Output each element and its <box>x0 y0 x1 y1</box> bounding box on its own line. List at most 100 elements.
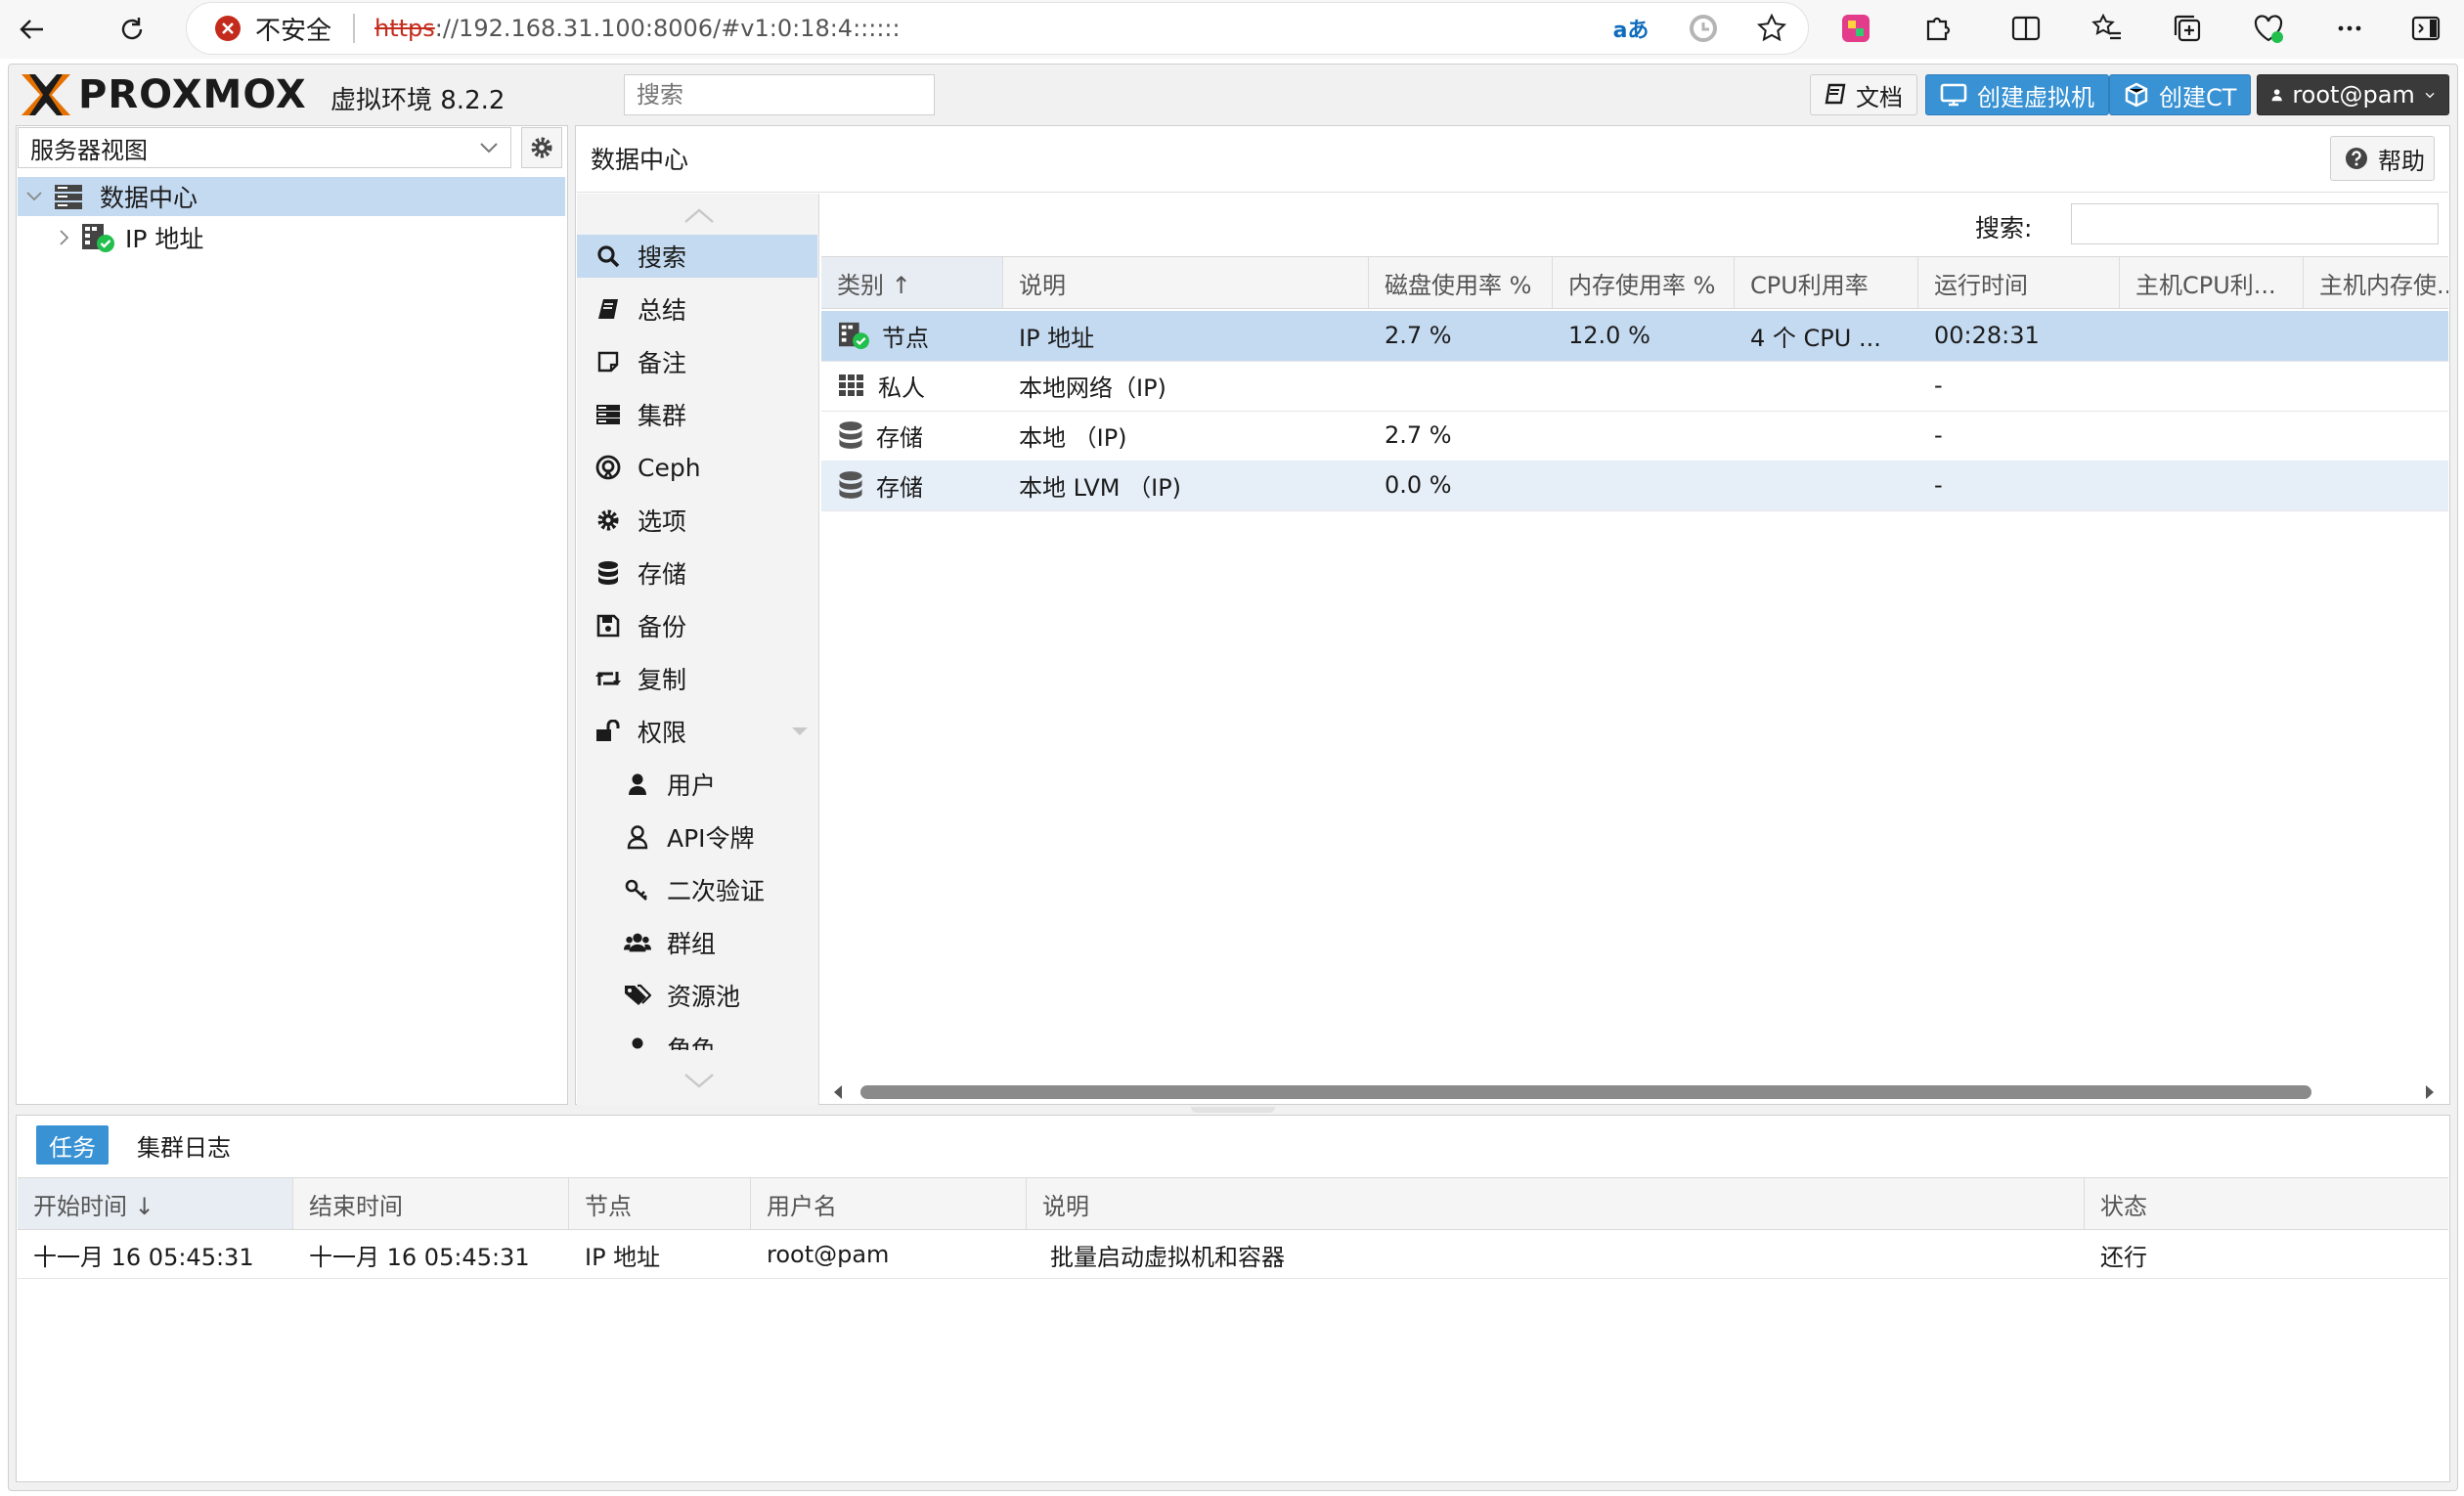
header-search-input[interactable] <box>624 74 935 115</box>
menu-item-notes[interactable]: 备注 <box>577 340 817 383</box>
browser-health-icon[interactable] <box>2244 4 2293 53</box>
cell-disk: 2.7 % <box>1385 421 1452 449</box>
menu-scroll-up[interactable] <box>675 201 724 231</box>
menu-item-pools[interactable]: 资源池 <box>577 974 817 1017</box>
column-header-disk[interactable]: 磁盘使用率 % <box>1369 257 1553 308</box>
column-header-start-time[interactable]: 开始时间 ↓ <box>18 1178 293 1229</box>
column-header-memory[interactable]: 内存使用率 % <box>1553 257 1735 308</box>
menu-item-cluster[interactable]: 集群 <box>577 393 817 436</box>
menu-item-groups[interactable]: 群组 <box>577 921 817 964</box>
help-button[interactable]: 帮助 <box>2330 136 2435 181</box>
menu-item-search[interactable]: 搜索 <box>577 235 817 278</box>
docs-button[interactable]: 文档 <box>1810 74 1917 115</box>
tree-datacenter-label: 数据中心 <box>100 184 198 212</box>
divider <box>577 192 2448 193</box>
proxmox-x-icon <box>22 74 70 115</box>
create-vm-button[interactable]: 创建虚拟机 <box>1925 74 2109 115</box>
column-header-description[interactable]: 说明 <box>1003 257 1369 308</box>
menu-item-ceph[interactable]: Ceph <box>577 446 817 489</box>
menu-item-backup[interactable]: 备份 <box>577 604 817 647</box>
column-header-end-time[interactable]: 结束时间 <box>293 1178 569 1229</box>
menu-item-label: 选项 <box>638 507 687 536</box>
question-circle-icon <box>2346 148 2367 169</box>
task-row[interactable]: 十一月 16 05:45:31 十一月 16 05:45:31 IP 地址 ro… <box>18 1230 2448 1279</box>
edge-refresh-icon[interactable] <box>1679 4 1728 53</box>
split-screen-icon[interactable] <box>2002 4 2050 53</box>
column-header-uptime[interactable]: 运行时间 <box>1918 257 2120 308</box>
more-options-icon[interactable] <box>2325 4 2374 53</box>
back-button[interactable] <box>6 3 59 56</box>
menu-item-replication[interactable]: 复制 <box>577 657 817 700</box>
column-header-node[interactable]: 节点 <box>569 1178 751 1229</box>
security-indicator[interactable]: 不安全 <box>214 11 331 47</box>
cell-disk <box>1369 361 1553 410</box>
scrollbar-thumb[interactable] <box>860 1085 2311 1099</box>
gear-icon <box>594 506 622 534</box>
column-header-status[interactable]: 状态 <box>2085 1178 2448 1229</box>
note-icon <box>594 348 622 375</box>
column-header-host-cpu[interactable]: 主机CPU利... <box>2120 257 2304 308</box>
user-menu-button[interactable]: root@pam <box>2257 74 2449 115</box>
menu-item-summary[interactable]: 总结 <box>577 287 817 330</box>
view-selector-value: 服务器视图 <box>30 136 148 164</box>
extension-colorful-icon[interactable] <box>1831 4 1880 53</box>
column-header-type[interactable]: 类别 ↑ <box>821 257 1003 308</box>
column-header-host-memory[interactable]: 主机内存使... <box>2304 257 2448 308</box>
menu-item-label: 搜索 <box>638 243 687 272</box>
create-ct-button[interactable]: 创建CT <box>2109 74 2252 115</box>
menu-item-storage[interactable]: 存储 <box>577 551 817 594</box>
scroll-right-arrow-icon[interactable] <box>2423 1083 2437 1101</box>
address-bar[interactable]: 不安全 https://192.168.31.100:8006/#v1:0:18… <box>186 2 1809 55</box>
menu-item-permissions[interactable]: 权限 <box>577 710 817 753</box>
cell-description: 本地 LVM （IP) <box>1019 473 1182 502</box>
tab-cluster-log[interactable]: 集群日志 <box>137 1125 231 1165</box>
extensions-puzzle-icon[interactable] <box>1913 4 1961 53</box>
menu-item-two-factor[interactable]: 二次验证 <box>577 868 817 911</box>
column-header-cpu[interactable]: CPU利用率 <box>1735 257 1918 308</box>
user-outline-icon <box>624 823 651 851</box>
table-row[interactable]: 存储 本地 （IP) 2.7 % - <box>821 411 2448 462</box>
column-header-description[interactable]: 说明 <box>1027 1178 2085 1229</box>
key-icon <box>624 876 651 903</box>
view-selector[interactable]: 服务器视图 <box>18 127 511 168</box>
cell-type: 节点 <box>882 324 929 352</box>
table-row[interactable]: 存储 本地 LVM （IP) 0.0 % - <box>821 461 2448 511</box>
server-icon <box>594 401 622 428</box>
menu-item-label: 复制 <box>638 666 687 694</box>
menu-item-label: 存储 <box>638 560 687 589</box>
translate-icon[interactable]: aあ <box>1606 4 1655 53</box>
cube-icon <box>2125 82 2148 108</box>
menu-item-users[interactable]: 用户 <box>577 763 817 806</box>
menu-item-label: 资源池 <box>667 983 741 1011</box>
scroll-left-arrow-icon[interactable] <box>831 1083 845 1101</box>
menu-scroll-down[interactable] <box>675 1066 724 1095</box>
chevron-down-icon <box>480 143 498 154</box>
column-header-username[interactable]: 用户名 <box>751 1178 1027 1229</box>
reload-button[interactable] <box>106 3 158 56</box>
sidebar-toggle-icon[interactable] <box>2401 4 2450 53</box>
tree-item-datacenter[interactable]: 数据中心 <box>18 177 565 216</box>
cell-uptime: - <box>1934 421 1943 449</box>
tab-tasks[interactable]: 任务 <box>36 1125 109 1165</box>
table-row[interactable]: 私人 本地网络（IP) - <box>821 361 2448 412</box>
unlock-icon <box>594 718 622 745</box>
favorite-star-icon[interactable] <box>1747 4 1796 53</box>
grid-search-input[interactable] <box>2071 203 2439 244</box>
menu-item-options[interactable]: 选项 <box>577 499 817 542</box>
panel-splitter-handle[interactable] <box>1191 1107 1275 1113</box>
menu-item-label: 二次验证 <box>667 877 766 905</box>
table-row[interactable]: 节点 IP 地址 2.7 % 12.0 % 4 个 CPU ... 00:28:… <box>821 311 2448 362</box>
menu-item-label: API令牌 <box>667 824 755 853</box>
collapse-arrow-icon[interactable] <box>790 726 810 737</box>
node-online-icon <box>839 322 869 350</box>
tree-settings-button[interactable] <box>521 127 562 168</box>
url-text[interactable]: https://192.168.31.100:8006/#v1:0:18:4::… <box>374 15 901 42</box>
collections-icon[interactable] <box>2163 4 2212 53</box>
task-grid-header: 开始时间 ↓ 结束时间 节点 用户名 说明 状态 <box>18 1177 2448 1230</box>
tree-node-label: IP 地址 <box>125 225 204 253</box>
favorites-list-icon[interactable] <box>2083 4 2132 53</box>
tree-item-node[interactable]: IP 地址 <box>18 218 565 257</box>
cell-memory: 12.0 % <box>1568 322 1650 349</box>
menu-item-api-tokens[interactable]: API令牌 <box>577 815 817 858</box>
menu-item-roles-clipped[interactable]: 角色 <box>577 1027 817 1050</box>
